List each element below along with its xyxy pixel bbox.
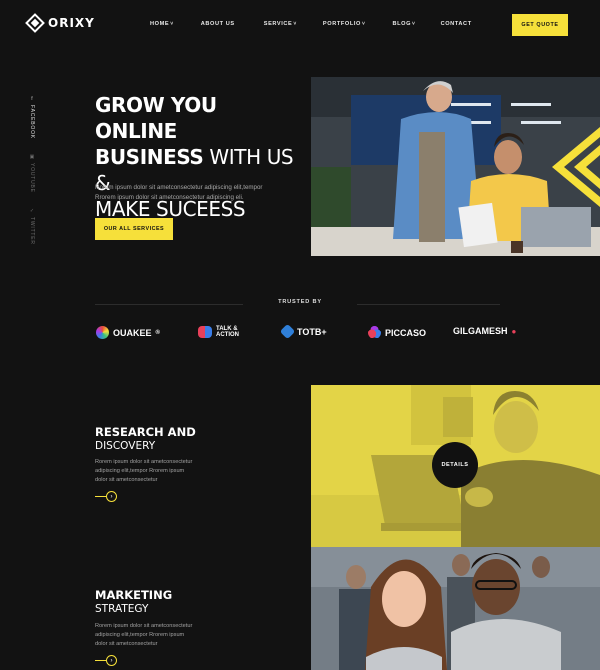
social-twitter[interactable]: ✓ TWITTER bbox=[25, 208, 39, 245]
twitter-icon: ✓ bbox=[29, 208, 35, 214]
logo-icon bbox=[25, 13, 45, 33]
facebook-icon: f bbox=[31, 96, 33, 102]
arrow-right-icon: › bbox=[106, 491, 117, 502]
trusted-divider-right bbox=[357, 304, 500, 305]
brand-piccaso: PICCASO bbox=[368, 326, 426, 339]
nav-item-blog[interactable]: BLOG˅ bbox=[392, 21, 415, 27]
totb-logo-icon bbox=[279, 323, 296, 340]
brand-totb: TOTB+ bbox=[279, 323, 327, 340]
arrow-right-icon: › bbox=[106, 655, 117, 666]
chevron-down-icon: ˅ bbox=[412, 21, 416, 27]
youtube-icon: ▣ bbox=[29, 154, 35, 160]
team-smiling-photo bbox=[311, 547, 600, 670]
chevron-down-icon: ˅ bbox=[361, 21, 366, 27]
nav-item-about[interactable]: ABOUT US bbox=[201, 21, 235, 27]
main-nav: HOME˅ ABOUT US SERVICE˅ PORTFOLIO˅ BLOG˅… bbox=[150, 21, 498, 27]
nav-item-home[interactable]: HOME˅ bbox=[150, 21, 174, 27]
social-facebook[interactable]: f FACEBOOK bbox=[25, 96, 39, 139]
ouakee-logo-icon bbox=[96, 326, 109, 339]
marketing-title: MARKETING STRATEGY bbox=[95, 588, 173, 615]
chevron-down-icon: ˅ bbox=[170, 21, 174, 27]
social-youtube[interactable]: ▣ YOUTUBE bbox=[25, 154, 39, 193]
hero-image bbox=[311, 77, 600, 256]
office-meeting-photo bbox=[311, 77, 600, 256]
trusted-divider-left bbox=[95, 304, 243, 305]
hero-description: Rorem ipsum dolor sit ametconsectetur ad… bbox=[95, 184, 263, 201]
marketing-description: Rorem ipsum dolor sit ametconsectetur ad… bbox=[95, 623, 193, 647]
talk-action-logo-icon bbox=[198, 326, 212, 338]
our-services-button[interactable]: OUR ALL SERVICES bbox=[95, 218, 173, 240]
marketing-arrow-link[interactable]: › bbox=[95, 655, 117, 666]
details-button[interactable]: DETAILS bbox=[432, 442, 478, 488]
nav-item-portfolio[interactable]: PORTFOLIO˅ bbox=[323, 21, 366, 27]
chevron-down-icon: ˅ bbox=[293, 21, 297, 27]
brand-gilgamesh: GILGAMESH ● bbox=[453, 326, 517, 336]
brand-ouakee: OUAKEE ® bbox=[96, 326, 160, 339]
trusted-by-label: TRUSTED BY bbox=[278, 299, 322, 305]
research-title: RESEARCH AND DISCOVERY bbox=[95, 425, 196, 452]
get-quote-button[interactable]: GET QUOTE bbox=[512, 14, 568, 36]
brand-talk-action: TALK & ACTION bbox=[198, 326, 252, 338]
logo[interactable]: ORIXY bbox=[25, 13, 95, 33]
marketing-image bbox=[311, 547, 600, 670]
piccaso-logo-icon bbox=[368, 326, 381, 339]
logo-text: ORIXY bbox=[48, 16, 95, 30]
research-arrow-link[interactable]: › bbox=[95, 491, 117, 502]
research-description: Rorem ipsum dolor sit ametconsectetur ad… bbox=[95, 459, 193, 483]
nav-item-service[interactable]: SERVICE˅ bbox=[264, 21, 297, 27]
nav-item-contact[interactable]: CONTACT bbox=[441, 21, 472, 27]
